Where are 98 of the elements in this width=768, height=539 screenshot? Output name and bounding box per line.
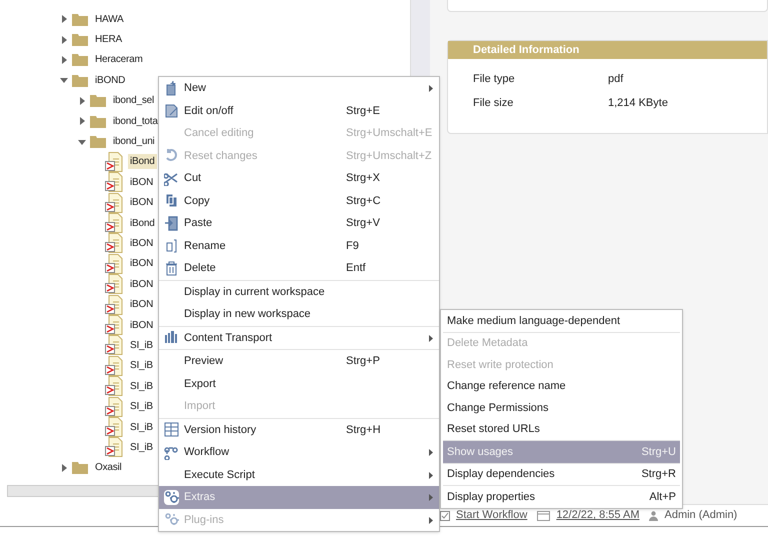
pdf-file-icon <box>105 274 123 294</box>
tree-item[interactable]: iBON <box>128 174 156 190</box>
tree-item[interactable]: iBON <box>128 256 156 272</box>
folder-icon <box>90 94 106 108</box>
menu-item[interactable]: Display dependencies Strg+R <box>443 464 680 485</box>
menu-item[interactable]: Display in current workspace <box>159 280 439 303</box>
menu-item[interactable]: Cut Strg+X <box>159 167 439 190</box>
menu-item[interactable]: Change reference name <box>443 376 680 397</box>
menu-item[interactable]: Export <box>159 372 439 395</box>
expand-arrow-icon[interactable] <box>78 96 86 105</box>
tree-item[interactable]: ibond_uni <box>111 134 157 150</box>
rename-icon <box>164 238 179 254</box>
tree-item[interactable]: HAWA <box>93 12 126 27</box>
menu-item[interactable]: Content Transport <box>159 326 439 349</box>
tree-item[interactable]: iBON <box>128 195 156 210</box>
tree-item[interactable]: SI_iB <box>128 420 155 434</box>
collapse-arrow-icon[interactable] <box>60 76 68 84</box>
menu-item[interactable]: Copy Strg+C <box>159 190 439 212</box>
menu-item[interactable]: Execute Script <box>159 464 439 486</box>
workflow-icon <box>164 444 179 460</box>
property-label: File size <box>473 96 514 111</box>
tree-item[interactable]: ibond_tota <box>111 114 160 129</box>
tree-item[interactable]: SI_iB <box>128 399 155 414</box>
menu-item[interactable]: Delete Entf <box>159 257 439 280</box>
scissors-icon <box>164 170 179 186</box>
collapse-arrow-icon[interactable] <box>78 138 86 146</box>
copy-icon <box>164 193 179 208</box>
start-workflow-link[interactable]: Start Workflow <box>456 507 528 524</box>
folder-icon <box>72 74 88 87</box>
pdf-file-icon <box>105 396 123 417</box>
folder-icon <box>72 461 88 474</box>
pdf-file-icon <box>105 376 123 396</box>
checkbox-icon <box>440 510 450 520</box>
card-title: Detailed Information <box>473 42 580 58</box>
trash-icon <box>164 260 179 276</box>
calendar-icon <box>537 510 550 520</box>
pdf-file-icon <box>105 417 123 437</box>
tree-item[interactable]: SI_iB <box>128 378 155 394</box>
menu-item[interactable]: Paste Strg+V <box>159 212 439 234</box>
pdf-file-icon <box>105 254 123 274</box>
expand-arrow-icon[interactable] <box>60 36 68 44</box>
pdf-file-icon <box>105 294 123 315</box>
folder-icon <box>72 53 88 66</box>
tree-item[interactable]: iBOND <box>93 72 128 88</box>
folder-icon <box>72 12 88 26</box>
pdf-file-icon <box>105 172 123 192</box>
menu-item[interactable]: Workflow <box>159 441 439 464</box>
menu-item[interactable]: Version history Strg+H <box>159 418 439 441</box>
tree-item[interactable]: iBond <box>128 154 157 170</box>
folder-icon <box>90 135 106 148</box>
pdf-file-icon <box>105 356 123 376</box>
tree-item[interactable]: iBON <box>128 318 156 333</box>
tree-item[interactable]: Oxasil <box>93 460 124 476</box>
menu-item[interactable]: Display in new workspace <box>159 303 439 326</box>
property-value: 1,214 KByte <box>608 96 668 111</box>
expand-arrow-icon[interactable] <box>60 15 68 24</box>
pdf-file-icon <box>105 233 123 254</box>
menu-item[interactable]: Display properties Alt+P <box>443 486 680 508</box>
tree-item[interactable]: SI_iB <box>128 440 155 455</box>
pdf-file-icon <box>105 192 123 213</box>
expand-arrow-icon[interactable] <box>60 464 68 472</box>
user-icon <box>649 510 658 520</box>
tree-item[interactable]: Heraceram <box>93 52 145 68</box>
property-label: File type <box>473 72 516 87</box>
pdf-file-icon <box>105 437 123 458</box>
tree-item[interactable]: iBON <box>128 236 156 251</box>
gears-icon <box>164 512 179 528</box>
user-name: Admin (Admin) <box>664 508 738 524</box>
tree-item[interactable]: iBON <box>128 297 156 312</box>
pdf-file-icon <box>105 213 123 234</box>
bars-icon <box>164 330 179 346</box>
menu-item[interactable]: Change Permissions <box>443 397 680 418</box>
tree-item[interactable]: SI_iB <box>128 338 155 353</box>
edit-icon <box>164 103 179 118</box>
tree-item[interactable]: HERA <box>93 32 124 48</box>
undo-icon <box>164 148 179 164</box>
menu-item[interactable]: Rename F9 <box>159 234 439 257</box>
tree-item[interactable]: iBond <box>128 216 157 231</box>
property-value: pdf <box>608 72 624 87</box>
paste-icon <box>164 216 179 231</box>
grid-icon <box>164 422 179 438</box>
menu-item[interactable]: Reset stored URLs <box>443 418 680 440</box>
pdf-file-icon <box>105 315 123 336</box>
tree-item[interactable]: ibond_sel <box>111 93 156 108</box>
date-link[interactable]: 12/2/22, 8:55 AM <box>556 507 640 524</box>
tree-item[interactable]: SI_iB <box>128 358 155 374</box>
expand-arrow-icon[interactable] <box>78 117 86 126</box>
pdf-file-icon <box>105 152 123 172</box>
expand-arrow-icon[interactable] <box>60 56 68 64</box>
folder-icon <box>90 114 106 128</box>
tree-item[interactable]: iBON <box>128 276 156 292</box>
menu-item[interactable]: New <box>159 77 439 100</box>
gears-icon <box>164 490 179 505</box>
folder-icon <box>72 33 88 46</box>
menu-item[interactable]: Edit on/off Strg+E <box>159 100 439 122</box>
menu-item[interactable]: Preview Strg+P <box>159 350 439 372</box>
pdf-file-icon <box>105 335 123 356</box>
menu-item[interactable]: Make medium language-dependent <box>443 310 680 332</box>
